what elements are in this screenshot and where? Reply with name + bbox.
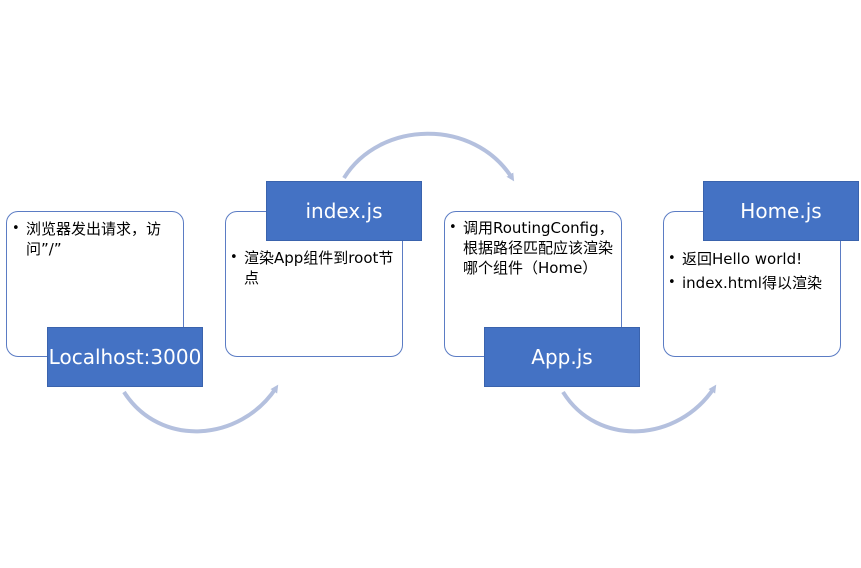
step4-label: Home.js — [703, 181, 859, 241]
step4-bullet-1: 返回Hello world! — [668, 249, 836, 269]
step4-bullets: 返回Hello world! index.html得以渲染 — [668, 249, 836, 293]
arrow-step2-to-step3 — [342, 131, 515, 182]
step4-bullet-2: index.html得以渲染 — [668, 273, 836, 293]
step2-label: index.js — [266, 181, 422, 241]
step1-label: Localhost:3000 — [47, 327, 203, 387]
step2-bullets: 渲染App组件到root节点 — [230, 248, 396, 288]
step3-bullets: 调用RoutingConfig，根据路径匹配应该渲染哪个组件（Home） — [449, 218, 617, 278]
arrow-step1-to-step2 — [122, 384, 279, 434]
step1-bullets: 浏览器发出请求，访问”/” — [12, 219, 172, 259]
step3-bullet-1: 调用RoutingConfig，根据路径匹配应该渲染哪个组件（Home） — [449, 218, 617, 278]
step1-bullet-1: 浏览器发出请求，访问”/” — [12, 219, 172, 259]
arrow-step3-to-step4 — [561, 384, 717, 434]
step3-label: App.js — [484, 327, 640, 387]
step2-bullet-1: 渲染App组件到root节点 — [230, 248, 396, 288]
